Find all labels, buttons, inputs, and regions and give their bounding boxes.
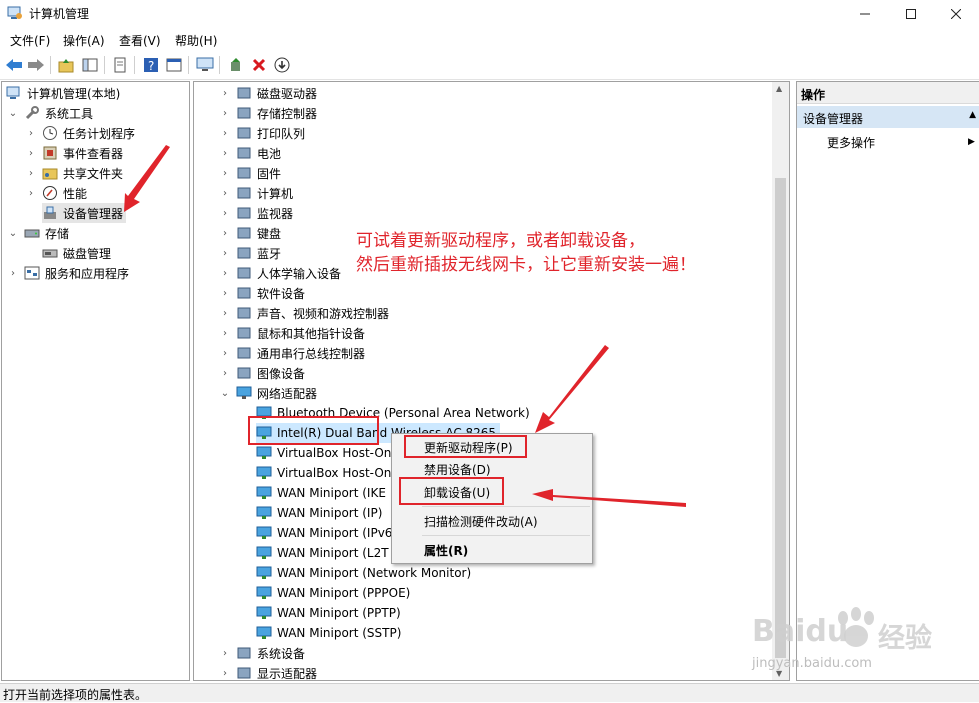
- arrow-to-device-manager: [124, 145, 170, 212]
- arrow-to-update-driver: [535, 345, 609, 433]
- status-text: 打开当前选择项的属性表。: [3, 688, 148, 702]
- annotation-arrows: [124, 145, 686, 507]
- status-bar: 打开当前选择项的属性表。: [0, 683, 979, 702]
- arrow-to-uninstall: [532, 489, 686, 507]
